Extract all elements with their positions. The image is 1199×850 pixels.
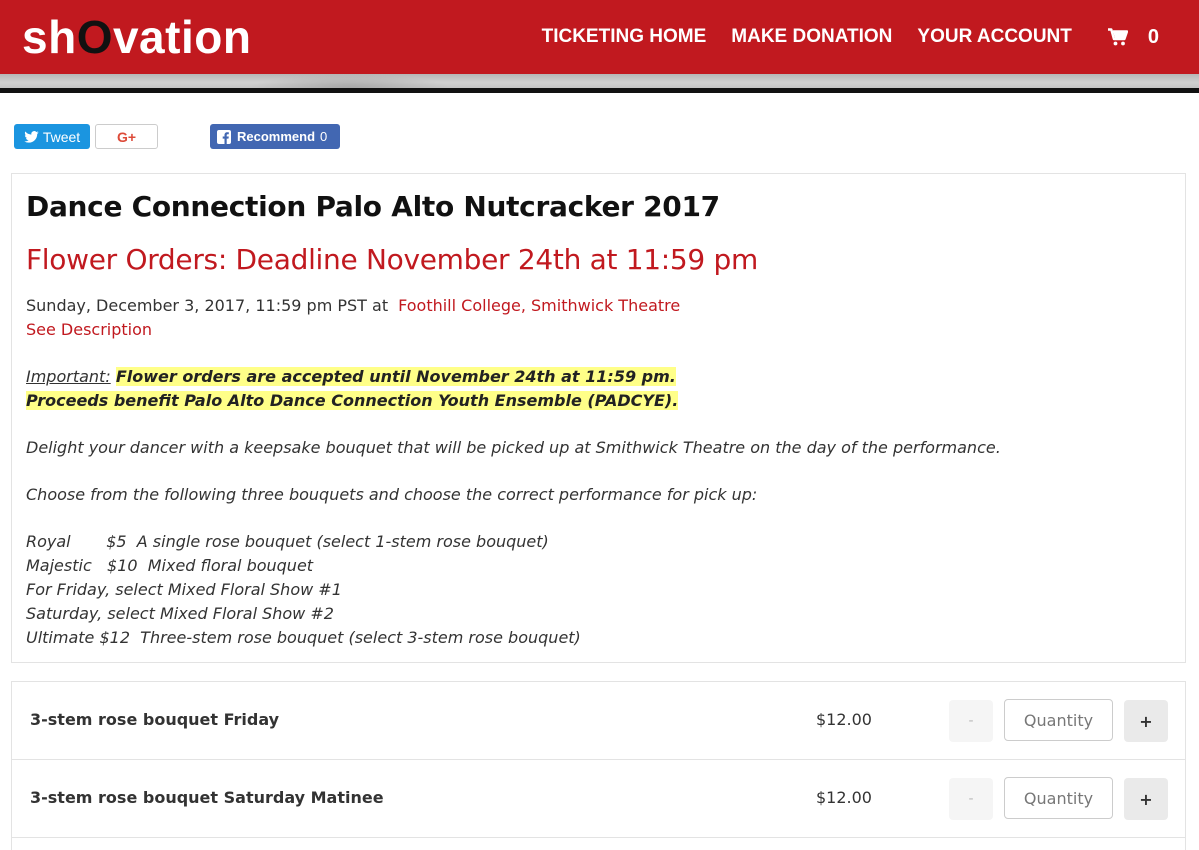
increase-quantity-button[interactable]: + (1124, 778, 1168, 820)
event-date-text: Sunday, December 3, 2017, 11:59 pm PST a… (26, 296, 389, 315)
nav-make-donation[interactable]: MAKE DONATION (731, 26, 892, 48)
bouquet-option: Ultimate $12 Three-stem rose bouquet (se… (26, 628, 581, 647)
cart-button[interactable]: 0 (1107, 25, 1159, 49)
product-price: $12.00 (816, 710, 872, 729)
twitter-bird-icon (24, 130, 39, 143)
product-row: 3-stem rose bouquet Saturday Matinee $12… (12, 760, 1185, 838)
social-bar: Tweet G+ Recommend 0 (0, 93, 1199, 169)
recommend-count: 0 (320, 129, 328, 144)
event-subtitle: Flower Orders: Deadline November 24th at… (26, 243, 758, 276)
site-header: shOvation TICKETING HOME MAKE DONATION Y… (0, 0, 1199, 74)
shovation-logo[interactable]: shOvation (22, 10, 251, 64)
nav-your-account[interactable]: YOUR ACCOUNT (917, 26, 1071, 48)
bouquet-option: Majestic $10 Mixed floral bouquet (26, 556, 314, 575)
product-price: $12.00 (816, 788, 872, 807)
facebook-icon (217, 129, 231, 144)
nav-ticketing-home[interactable]: TICKETING HOME (542, 26, 707, 48)
event-panel: Dance Connection Palo Alto Nutcracker 20… (11, 173, 1186, 663)
important-label: Important: (26, 367, 111, 386)
bouquet-option: Royal $5 A single rose bouquet (select 1… (26, 532, 549, 551)
description-paragraph: Choose from the following three bouquets… (26, 485, 758, 504)
highlight-proceeds: Proceeds benefit Palo Alto Dance Connect… (26, 391, 679, 410)
event-title: Dance Connection Palo Alto Nutcracker 20… (26, 190, 720, 223)
bouquet-option: For Friday, select Mixed Floral Show #1 (26, 580, 342, 599)
facebook-recommend-button[interactable]: Recommend 0 (210, 124, 340, 149)
google-plus-icon: G+ (116, 128, 137, 145)
see-description-link[interactable]: See Description (26, 320, 152, 339)
product-row: 3-stem rose bouquet Friday $12.00 - + (12, 682, 1185, 760)
product-name: 3-stem rose bouquet Friday (30, 710, 280, 729)
recommend-label: Recommend (237, 129, 316, 144)
quantity-input[interactable] (1004, 699, 1113, 741)
venue-link[interactable]: Foothill College, Smithwick Theatre (398, 296, 680, 315)
decrease-quantity-button[interactable]: - (949, 778, 993, 820)
highlight-deadline: Flower orders are accepted until Novembe… (115, 367, 676, 386)
header-band (0, 74, 1199, 88)
cart-count: 0 (1147, 25, 1159, 48)
main-nav: TICKETING HOME MAKE DONATION YOUR ACCOUN… (517, 0, 1199, 74)
tweet-button[interactable]: Tweet (14, 124, 90, 149)
event-date: Sunday, December 3, 2017, 11:59 pm PST a… (26, 296, 680, 315)
decrease-quantity-button[interactable]: - (949, 700, 993, 742)
event-description: Important: Flower orders are accepted un… (26, 365, 1001, 650)
product-list: 3-stem rose bouquet Friday $12.00 - + 3-… (11, 681, 1186, 850)
google-plus-button[interactable]: G+ (95, 124, 158, 149)
product-name: 3-stem rose bouquet Saturday Matinee (30, 788, 384, 807)
quantity-input[interactable] (1004, 777, 1113, 819)
shopping-cart-icon (1107, 28, 1128, 46)
bouquet-option: Saturday, select Mixed Floral Show #2 (26, 604, 334, 623)
increase-quantity-button[interactable]: + (1124, 700, 1168, 742)
description-paragraph: Delight your dancer with a keepsake bouq… (26, 438, 1001, 457)
